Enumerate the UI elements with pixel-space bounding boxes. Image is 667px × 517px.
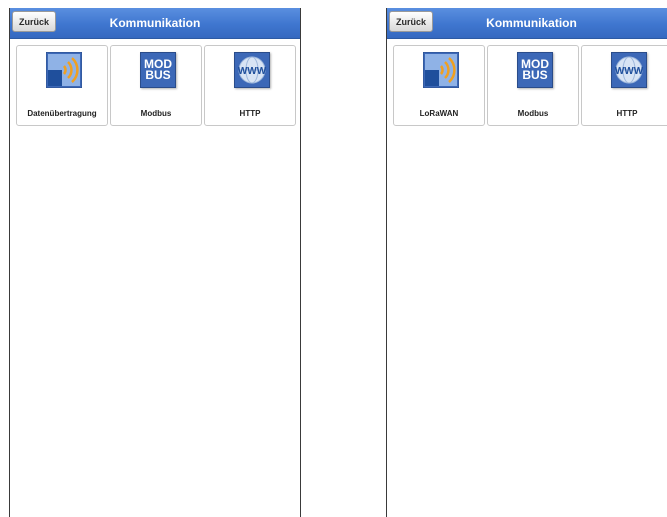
tile-label: Modbus <box>140 109 172 118</box>
back-button[interactable]: Zurück <box>12 11 56 32</box>
back-button[interactable]: Zurück <box>389 11 433 32</box>
modbus-icon: MOD BUS <box>517 52 553 88</box>
data-transmission-icon <box>46 52 82 88</box>
www-icon: WWW <box>234 52 270 88</box>
tile-label: LoRaWAN <box>419 109 459 118</box>
tile-http[interactable]: WWW HTTP <box>581 45 667 126</box>
modbus-icon: MOD BUS <box>140 52 176 88</box>
data-transmission-icon <box>423 52 459 88</box>
tile-modbus[interactable]: MOD BUS Modbus <box>487 45 579 126</box>
header-bar: Kommunikation Zurück <box>387 8 667 39</box>
modbus-icon-text-bottom: BUS <box>522 68 548 82</box>
tile-label: Datenübertragung <box>27 109 97 118</box>
tile-label: HTTP <box>239 109 261 118</box>
globe-graphic: WWW <box>238 56 267 84</box>
tile-label: Modbus <box>517 109 549 118</box>
tile-grid: LoRaWAN MOD BUS Modbus WWW HTTP <box>393 45 667 126</box>
modbus-icon-text-bottom: BUS <box>145 68 171 82</box>
www-icon-text: WWW <box>238 66 267 77</box>
communication-screen-left: Kommunikation Zurück Datenübertragung MO… <box>9 8 301 517</box>
www-icon-text: WWW <box>615 66 644 77</box>
globe-graphic: WWW <box>615 56 644 84</box>
header-bar: Kommunikation Zurück <box>10 8 300 39</box>
www-icon: WWW <box>611 52 647 88</box>
tile-data-transmission[interactable]: Datenübertragung <box>16 45 108 126</box>
communication-screen-right: Kommunikation Zurück LoRaWAN MOD BUS Mod… <box>386 8 667 517</box>
tile-label: HTTP <box>616 109 638 118</box>
tile-lorawan[interactable]: LoRaWAN <box>393 45 485 126</box>
tile-http[interactable]: WWW HTTP <box>204 45 296 126</box>
tile-grid: Datenübertragung MOD BUS Modbus WWW HTTP <box>16 45 296 126</box>
tile-modbus[interactable]: MOD BUS Modbus <box>110 45 202 126</box>
